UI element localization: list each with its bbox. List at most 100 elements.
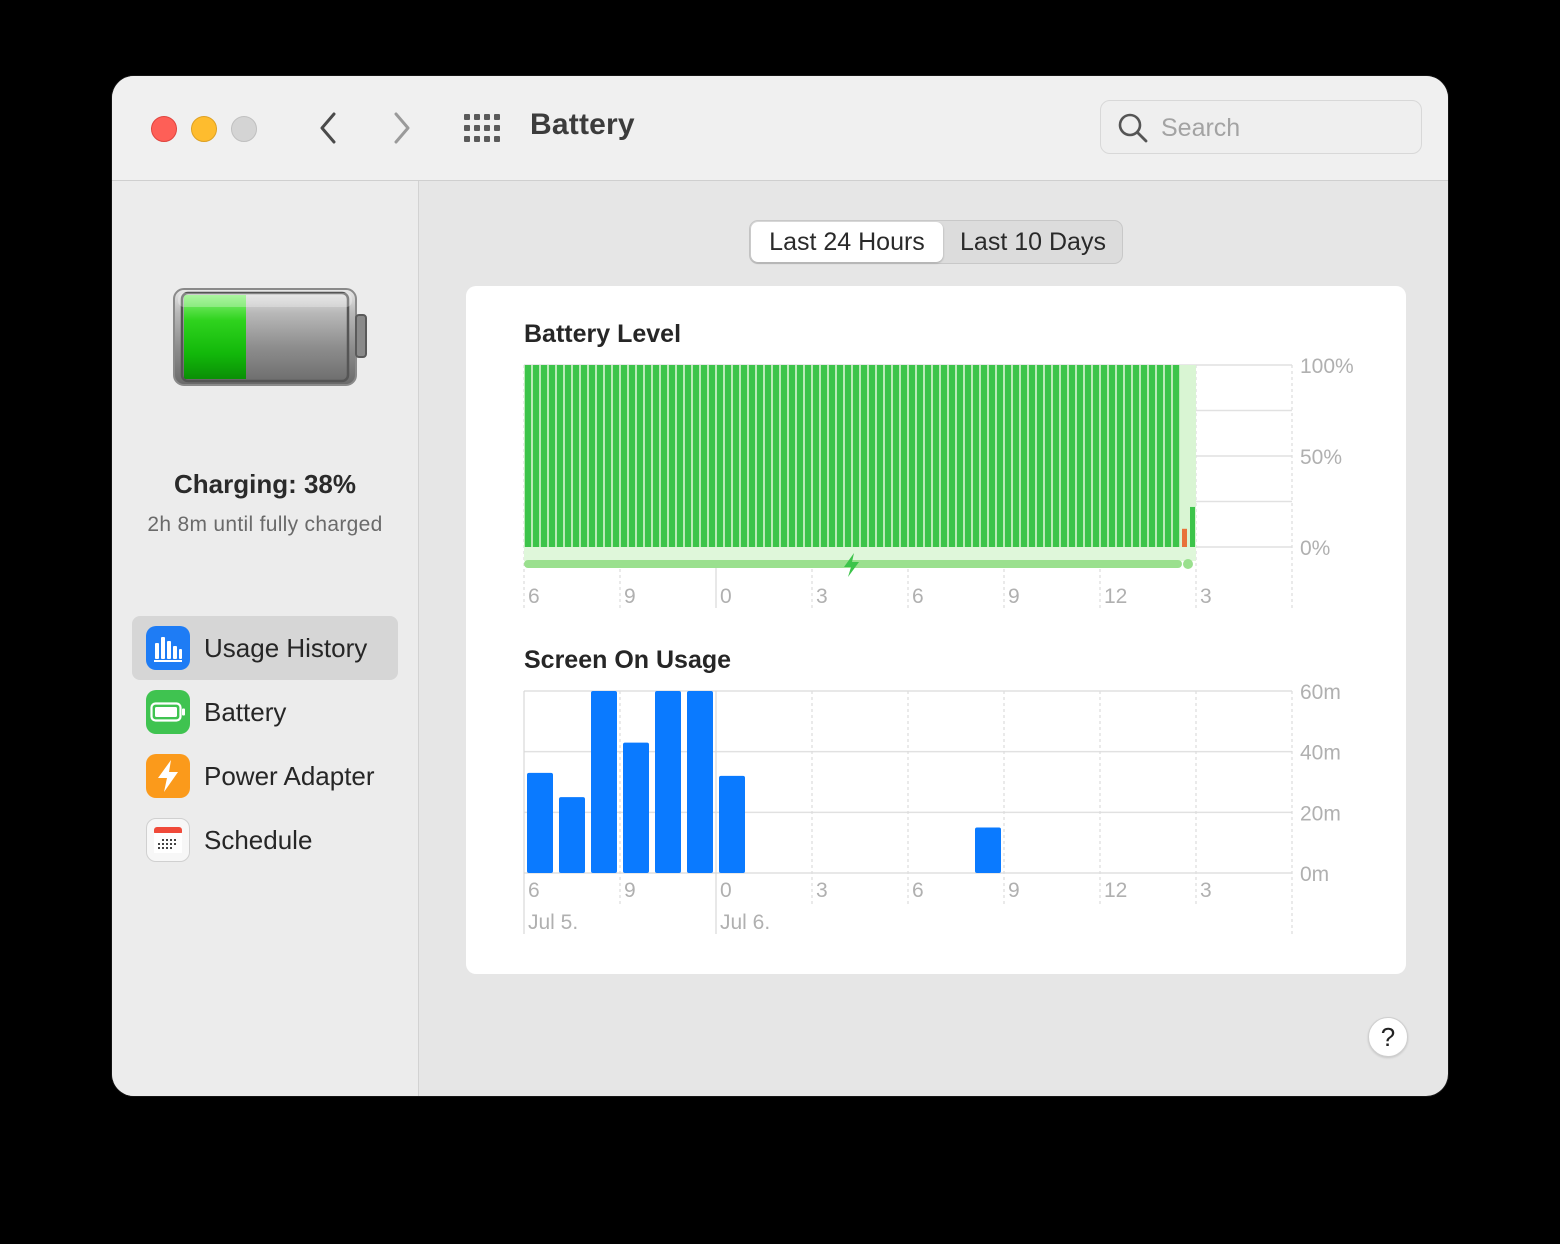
date-label: Jul 6. bbox=[720, 911, 770, 934]
battery-level-bar bbox=[996, 365, 1004, 547]
show-all-preferences-button[interactable] bbox=[462, 112, 502, 144]
battery-level-bar bbox=[716, 365, 724, 547]
back-button[interactable] bbox=[308, 106, 348, 150]
battery-level-bar bbox=[1108, 365, 1116, 547]
battery-level-bar bbox=[780, 365, 788, 547]
battery-level-bar bbox=[620, 365, 628, 547]
battery-level-bar bbox=[852, 365, 860, 547]
battery-level-bar bbox=[916, 365, 924, 547]
search-field[interactable] bbox=[1100, 100, 1422, 154]
battery-level-bar bbox=[1012, 365, 1020, 547]
time-until-charged: 2h 8m until fully charged bbox=[147, 513, 383, 536]
grid-icon bbox=[464, 114, 500, 142]
battery-level-bar bbox=[636, 365, 644, 547]
battery-level-bar bbox=[700, 365, 708, 547]
battery-level-bar bbox=[1148, 365, 1156, 547]
sidebar-item-battery[interactable]: Battery bbox=[132, 680, 398, 744]
battery-level-bar bbox=[836, 365, 844, 547]
sidebar-item-label: Power Adapter bbox=[204, 760, 375, 791]
battery-level-bar bbox=[532, 365, 540, 547]
battery-level-bar bbox=[676, 365, 684, 547]
forward-button[interactable] bbox=[382, 106, 422, 150]
battery-level-bar bbox=[1076, 365, 1084, 547]
charging-background bbox=[524, 547, 1196, 561]
sidebar-item-usage-history[interactable]: Usage History bbox=[132, 616, 398, 680]
screen-usage-bar bbox=[527, 772, 553, 873]
date-label: Jul 5. bbox=[528, 911, 578, 934]
tab-last-24-hours[interactable]: Last 24 Hours bbox=[751, 222, 943, 262]
battery-level-bar bbox=[588, 365, 596, 547]
battery-level-bar bbox=[884, 365, 892, 547]
battery-level-bar bbox=[892, 365, 900, 547]
battery-level-bar bbox=[868, 365, 876, 547]
battery-level-bar bbox=[1004, 365, 1012, 547]
battery-level-bar bbox=[1172, 365, 1180, 547]
x-tick-label: 9 bbox=[624, 879, 636, 902]
y-tick-label: 50% bbox=[1300, 446, 1342, 469]
battery-level-bar bbox=[1036, 365, 1044, 547]
battery-level-bar bbox=[812, 365, 820, 547]
y-tick-label: 40m bbox=[1300, 742, 1341, 765]
battery-level-bar bbox=[796, 365, 804, 547]
battery-level-bar bbox=[1068, 365, 1076, 547]
minimize-window-button[interactable] bbox=[191, 116, 217, 142]
x-tick-label: 6 bbox=[912, 585, 924, 608]
sidebar-item-label: Battery bbox=[204, 696, 287, 727]
charging-status: Charging: 38% bbox=[173, 469, 357, 499]
battery-level-bar bbox=[756, 365, 764, 547]
x-tick-label: 6 bbox=[528, 585, 540, 608]
battery-level-bar bbox=[956, 365, 964, 547]
battery-level-bar bbox=[604, 365, 612, 547]
x-tick-label: 0 bbox=[720, 585, 732, 608]
battery-level-bar bbox=[524, 365, 532, 547]
battery-level-bar bbox=[980, 365, 988, 547]
x-tick-label: 6 bbox=[912, 879, 924, 902]
y-tick-label: 100% bbox=[1300, 355, 1354, 378]
close-window-button[interactable] bbox=[151, 116, 177, 142]
battery-level-bar bbox=[748, 365, 756, 547]
zoom-window-button[interactable] bbox=[231, 116, 257, 142]
battery-level-bar bbox=[1020, 365, 1028, 547]
battery-level-bar bbox=[1028, 365, 1036, 547]
screen-usage-bar bbox=[591, 691, 617, 873]
battery-icon bbox=[146, 690, 190, 734]
battery-level-bar bbox=[948, 365, 956, 547]
time-range-segmented-control: Last 24 Hours Last 10 Days bbox=[749, 220, 1123, 264]
calendar-icon bbox=[146, 818, 190, 862]
battery-level-bar bbox=[772, 365, 780, 547]
sidebar-item-schedule[interactable]: Schedule bbox=[132, 808, 398, 872]
battery-level-bar bbox=[876, 365, 884, 547]
x-tick-label: 9 bbox=[1008, 585, 1020, 608]
sidebar: Charging: 38% 2h 8m until fully charged bbox=[112, 181, 419, 1096]
lightning-icon bbox=[146, 754, 190, 798]
y-tick-label: 20m bbox=[1300, 802, 1341, 825]
window-title: Battery bbox=[530, 108, 635, 141]
battery-level-bar bbox=[684, 365, 692, 547]
battery-level-bar bbox=[644, 365, 652, 547]
help-button[interactable]: ? bbox=[1368, 1017, 1408, 1057]
battery-level-bar bbox=[732, 365, 740, 547]
screen-usage-bar bbox=[687, 691, 713, 873]
battery-level-bar bbox=[764, 365, 772, 547]
battery-level-bar bbox=[1044, 365, 1052, 547]
tab-last-10-days[interactable]: Last 10 Days bbox=[946, 222, 1120, 262]
battery-level-bar bbox=[1124, 365, 1132, 547]
title-bar: Battery bbox=[112, 76, 1448, 181]
battery-level-bar bbox=[740, 365, 748, 547]
battery-level-bar bbox=[596, 365, 604, 547]
battery-preferences-window: Battery Search Charging: 38% 2h 8m until… bbox=[112, 76, 1448, 1096]
battery-level-bar bbox=[668, 365, 676, 547]
charging-indicator-dot bbox=[1183, 559, 1193, 569]
battery-level-bar bbox=[548, 365, 556, 547]
battery-level-bar bbox=[660, 365, 668, 547]
battery-level-bar bbox=[924, 365, 932, 547]
search-input[interactable] bbox=[1159, 109, 1403, 147]
x-tick-label: 3 bbox=[816, 585, 828, 608]
battery-level-bar bbox=[1116, 365, 1124, 547]
battery-level-bar bbox=[1092, 365, 1100, 547]
battery-level-bar bbox=[972, 365, 980, 547]
battery-level-bar bbox=[556, 365, 564, 547]
battery-level-bar bbox=[1132, 365, 1140, 547]
battery-level-bar bbox=[628, 365, 636, 547]
sidebar-item-power-adapter[interactable]: Power Adapter bbox=[132, 744, 398, 808]
